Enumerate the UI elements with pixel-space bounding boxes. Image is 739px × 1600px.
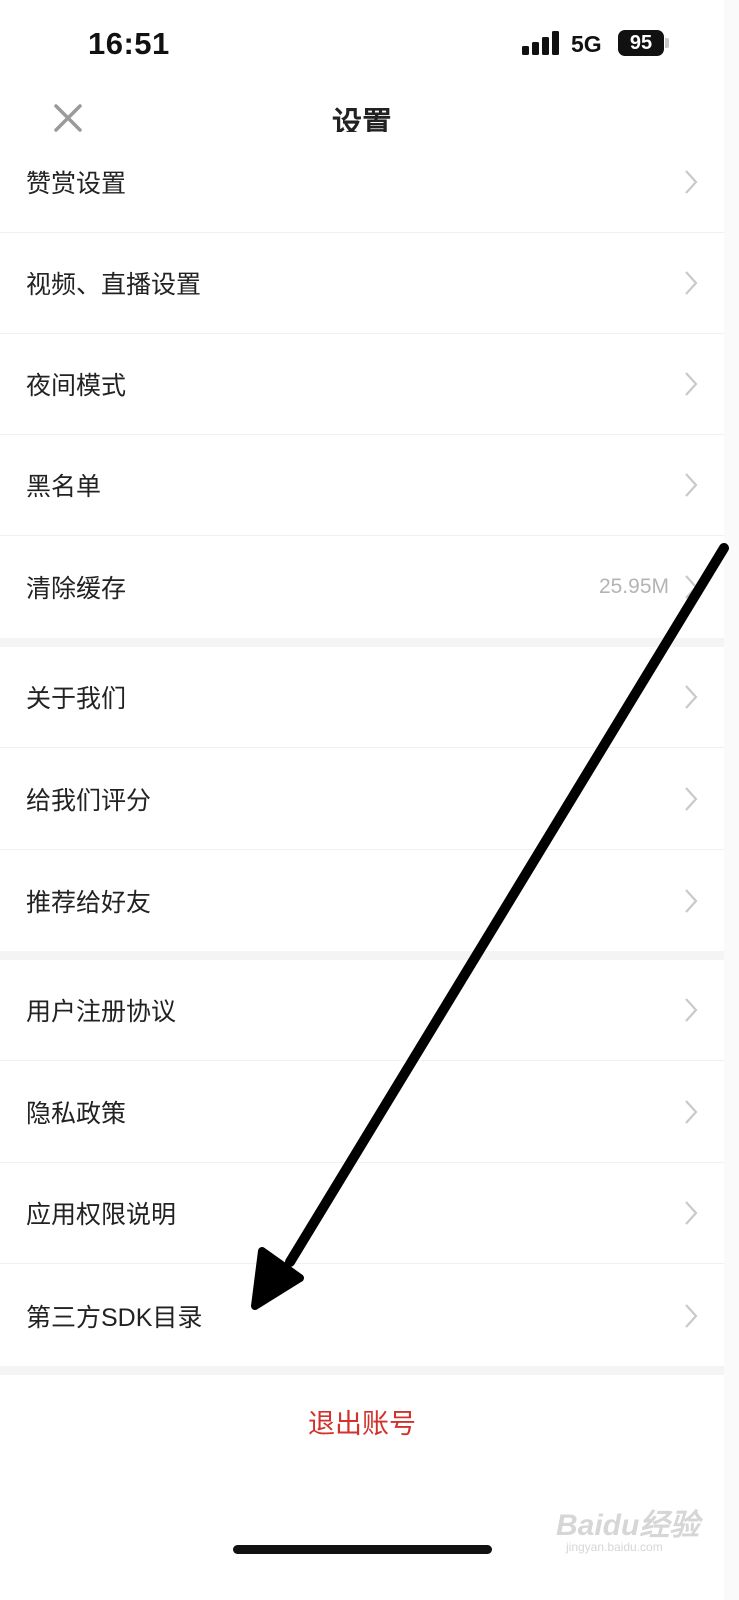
chevron-right-icon — [685, 685, 698, 709]
row-label: 关于我们 — [26, 685, 127, 713]
row-label: 用户注册协议 — [26, 998, 177, 1026]
screen-edge-strip — [724, 0, 739, 1600]
chevron-right-icon — [685, 372, 698, 396]
row-blacklist[interactable]: 黑名单 — [0, 435, 724, 536]
row-rate-us[interactable]: 给我们评分 — [0, 749, 724, 850]
network-type: 5G — [571, 31, 602, 57]
home-indicator — [233, 1545, 492, 1554]
row-label: 第三方SDK目录 — [26, 1303, 203, 1332]
chevron-right-icon — [685, 888, 698, 913]
row-label: 视频、直播设置 — [26, 271, 202, 299]
settings-group-about: 关于我们 给我们评分 推荐给好友 — [0, 647, 724, 951]
row-night-mode[interactable]: 夜间模式 — [0, 334, 724, 435]
row-user-agreement[interactable]: 用户注册协议 — [0, 960, 724, 1061]
status-time: 16:51 — [88, 26, 170, 61]
chevron-right-icon — [685, 1303, 698, 1328]
row-label: 夜间模式 — [26, 372, 127, 400]
group-separator — [0, 951, 724, 960]
row-label: 清除缓存 — [26, 574, 127, 603]
row-recommend-friends[interactable]: 推荐给好友 — [0, 850, 724, 951]
chevron-right-icon — [685, 473, 698, 497]
group-separator — [0, 1366, 724, 1375]
cache-size: 25.95M — [598, 574, 669, 598]
chevron-right-icon — [685, 170, 698, 194]
chevron-right-icon — [685, 271, 698, 295]
row-video-live-settings[interactable]: 视频、直播设置 — [0, 233, 724, 334]
row-clear-cache[interactable]: 清除缓存 25.95M — [0, 536, 724, 637]
watermark-logo: Baidu经验 — [556, 1509, 700, 1542]
row-label: 应用权限说明 — [26, 1201, 177, 1229]
row-label: 黑名单 — [26, 473, 102, 501]
row-app-permissions[interactable]: 应用权限说明 — [0, 1163, 724, 1264]
battery-tip — [665, 38, 669, 48]
row-label: 推荐给好友 — [26, 888, 152, 917]
chevron-right-icon — [685, 1100, 698, 1124]
chevron-right-icon — [685, 1201, 698, 1225]
battery-icon: 95 — [618, 30, 664, 56]
chevron-right-icon — [685, 998, 698, 1022]
row-label: 隐私政策 — [26, 1100, 127, 1128]
chevron-right-icon — [685, 787, 698, 811]
status-bar: 16:51 5G 95 — [0, 0, 739, 88]
battery-level: 95 — [629, 32, 653, 54]
logout-button[interactable]: 退出账号 — [0, 1402, 724, 1441]
row-reward-settings[interactable]: 赞赏设置 — [0, 132, 724, 233]
group-separator — [0, 638, 724, 647]
signal-icon — [522, 31, 560, 55]
row-third-party-sdk[interactable]: 第三方SDK目录 — [0, 1265, 724, 1366]
watermark-url: jingyan.baidu.com — [566, 1540, 663, 1554]
row-label: 赞赏设置 — [26, 170, 127, 198]
row-privacy-policy[interactable]: 隐私政策 — [0, 1062, 724, 1163]
settings-group-general: 赞赏设置 视频、直播设置 夜间模式 黑名单 清除缓存 25.95M — [0, 132, 724, 638]
settings-group-legal: 用户注册协议 隐私政策 应用权限说明 第三方SDK目录 — [0, 960, 724, 1366]
chevron-right-icon — [685, 574, 698, 599]
row-about-us[interactable]: 关于我们 — [0, 647, 724, 748]
row-label: 给我们评分 — [26, 787, 152, 815]
